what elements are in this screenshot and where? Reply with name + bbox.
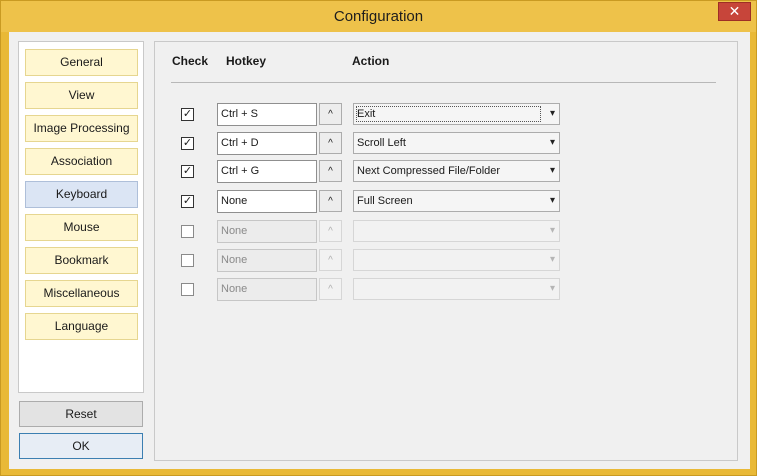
hotkey-up-button: ^ bbox=[319, 249, 342, 271]
row-checkbox[interactable]: ✓ bbox=[181, 165, 194, 178]
focus-indicator bbox=[356, 106, 541, 122]
action-dropdown: ▾ bbox=[353, 220, 560, 242]
reset-button[interactable]: Reset bbox=[19, 401, 143, 427]
title-bar[interactable]: Configuration ✕ bbox=[1, 1, 756, 32]
row-checkbox[interactable]: ✓ bbox=[181, 195, 194, 208]
client-area: General View Image Processing Associatio… bbox=[9, 32, 750, 469]
hotkey-field: None bbox=[217, 249, 317, 272]
keyboard-settings-panel: Check Hotkey Action ✓ Ctrl + S ^ Exit ▾ … bbox=[154, 41, 738, 461]
caret-up-icon: ^ bbox=[328, 284, 333, 295]
row-checkbox[interactable] bbox=[181, 283, 194, 296]
row-checkbox[interactable]: ✓ bbox=[181, 108, 194, 121]
hotkey-up-button[interactable]: ^ bbox=[319, 190, 342, 212]
action-dropdown[interactable]: Next Compressed File/Folder ▾ bbox=[353, 160, 560, 182]
close-button[interactable]: ✕ bbox=[718, 2, 751, 21]
nav-item-bookmark[interactable]: Bookmark bbox=[25, 247, 138, 274]
hotkey-field[interactable]: Ctrl + S bbox=[217, 103, 317, 126]
close-icon: ✕ bbox=[728, 3, 741, 19]
hotkey-row: ✓ Ctrl + G ^ Next Compressed File/Folder… bbox=[155, 160, 739, 184]
row-checkbox[interactable]: ✓ bbox=[181, 137, 194, 150]
action-dropdown[interactable]: Full Screen ▾ bbox=[353, 190, 560, 212]
window-title: Configuration bbox=[333, 8, 424, 25]
nav-item-mouse[interactable]: Mouse bbox=[25, 214, 138, 241]
ok-button[interactable]: OK bbox=[19, 433, 143, 459]
action-value: Full Screen bbox=[357, 195, 413, 207]
nav-item-keyboard[interactable]: Keyboard bbox=[25, 181, 138, 208]
caret-up-icon: ^ bbox=[328, 255, 333, 266]
column-header-hotkey: Hotkey bbox=[226, 54, 267, 68]
nav-item-association[interactable]: Association bbox=[25, 148, 138, 175]
action-dropdown: ▾ bbox=[353, 278, 560, 300]
hotkey-field[interactable]: Ctrl + G bbox=[217, 160, 317, 183]
action-value: Next Compressed File/Folder bbox=[357, 165, 501, 177]
chevron-down-icon: ▾ bbox=[549, 165, 555, 176]
hotkey-row: None ^ ▾ bbox=[155, 220, 739, 244]
hotkey-field[interactable]: Ctrl + D bbox=[217, 132, 317, 155]
column-header-action: Action bbox=[352, 54, 390, 68]
hotkey-field: None bbox=[217, 278, 317, 301]
hotkey-up-button[interactable]: ^ bbox=[319, 160, 342, 182]
row-checkbox[interactable] bbox=[181, 254, 194, 267]
action-value: Scroll Left bbox=[357, 137, 406, 149]
chevron-down-icon: ▾ bbox=[549, 254, 555, 265]
nav-item-general[interactable]: General bbox=[25, 49, 138, 76]
nav-item-language[interactable]: Language bbox=[25, 313, 138, 340]
column-header-check: Check bbox=[172, 54, 209, 68]
header-divider bbox=[171, 82, 716, 83]
caret-up-icon: ^ bbox=[328, 109, 333, 120]
hotkey-row: None ^ ▾ bbox=[155, 278, 739, 302]
nav-item-image-processing[interactable]: Image Processing bbox=[25, 115, 138, 142]
action-dropdown: ▾ bbox=[353, 249, 560, 271]
hotkey-row: ✓ Ctrl + D ^ Scroll Left ▾ bbox=[155, 132, 739, 156]
category-nav: General View Image Processing Associatio… bbox=[18, 41, 144, 393]
caret-up-icon: ^ bbox=[328, 196, 333, 207]
hotkey-up-button: ^ bbox=[319, 278, 342, 300]
chevron-down-icon: ▾ bbox=[549, 137, 555, 148]
nav-item-miscellaneous[interactable]: Miscellaneous bbox=[25, 280, 138, 307]
hotkey-row: ✓ None ^ Full Screen ▾ bbox=[155, 190, 739, 214]
configuration-window: Configuration ✕ General View Image Proce… bbox=[0, 0, 757, 476]
action-dropdown[interactable]: Exit ▾ bbox=[353, 103, 560, 125]
caret-up-icon: ^ bbox=[328, 166, 333, 177]
chevron-down-icon: ▾ bbox=[549, 225, 555, 236]
hotkey-row: ✓ Ctrl + S ^ Exit ▾ bbox=[155, 103, 739, 127]
chevron-down-icon: ▾ bbox=[549, 108, 555, 119]
chevron-down-icon: ▾ bbox=[549, 283, 555, 294]
hotkey-field[interactable]: None bbox=[217, 190, 317, 213]
action-dropdown[interactable]: Scroll Left ▾ bbox=[353, 132, 560, 154]
hotkey-up-button: ^ bbox=[319, 220, 342, 242]
hotkey-up-button[interactable]: ^ bbox=[319, 103, 342, 125]
caret-up-icon: ^ bbox=[328, 226, 333, 237]
row-checkbox[interactable] bbox=[181, 225, 194, 238]
caret-up-icon: ^ bbox=[328, 138, 333, 149]
nav-item-view[interactable]: View bbox=[25, 82, 138, 109]
hotkey-field: None bbox=[217, 220, 317, 243]
hotkey-up-button[interactable]: ^ bbox=[319, 132, 342, 154]
chevron-down-icon: ▾ bbox=[549, 195, 555, 206]
hotkey-row: None ^ ▾ bbox=[155, 249, 739, 273]
